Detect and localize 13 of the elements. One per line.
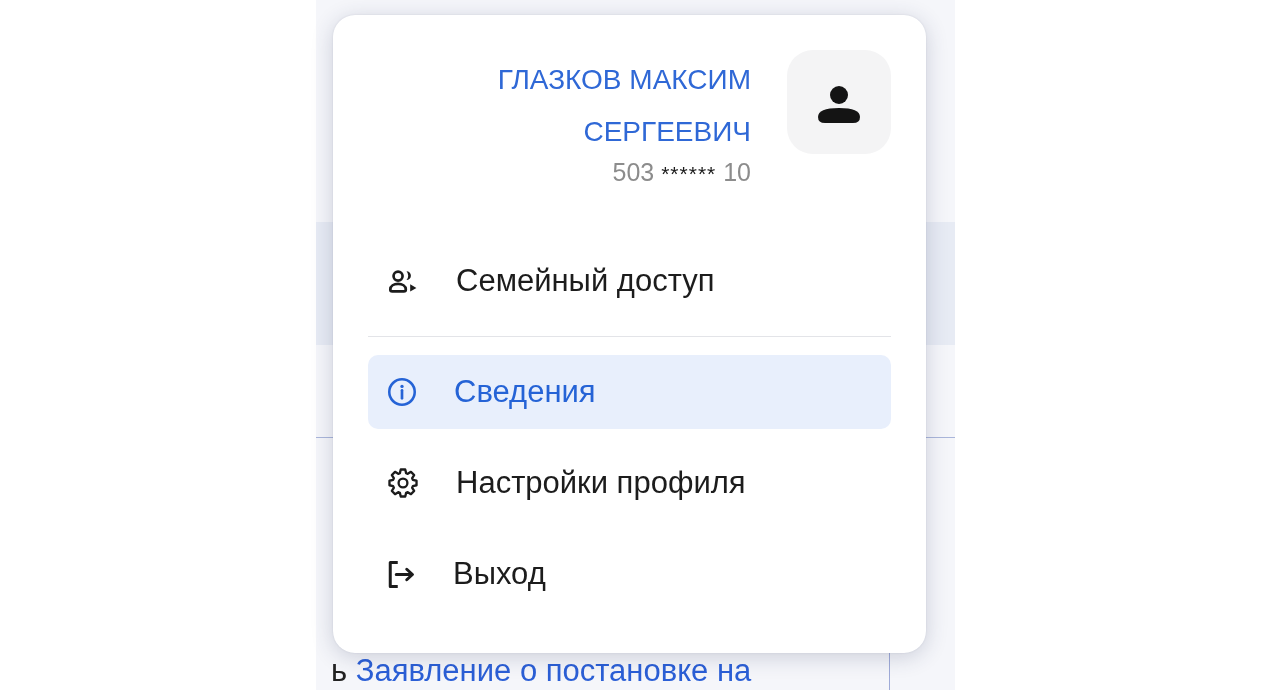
menu-item[interactable]: Семейный доступ (368, 244, 891, 318)
user-avatar-icon (787, 50, 891, 154)
body-text: ь Заявление о постановке на (331, 653, 752, 689)
menu-item[interactable]: Выход (368, 537, 891, 611)
user-name: ГЛАЗКОВ МАКСИМ СЕРГЕЕВИЧ (496, 63, 751, 149)
logout-icon (388, 560, 415, 588)
phone-number: 503 ****** 10 (612, 158, 751, 188)
info-icon (388, 378, 416, 406)
menu-item[interactable]: Сведения (368, 355, 891, 429)
document-link[interactable]: Заявление о постановке на (355, 653, 752, 688)
people-icon (388, 269, 418, 293)
settings-icon (388, 468, 418, 498)
menu-item[interactable]: Настройки профиля (368, 446, 891, 520)
